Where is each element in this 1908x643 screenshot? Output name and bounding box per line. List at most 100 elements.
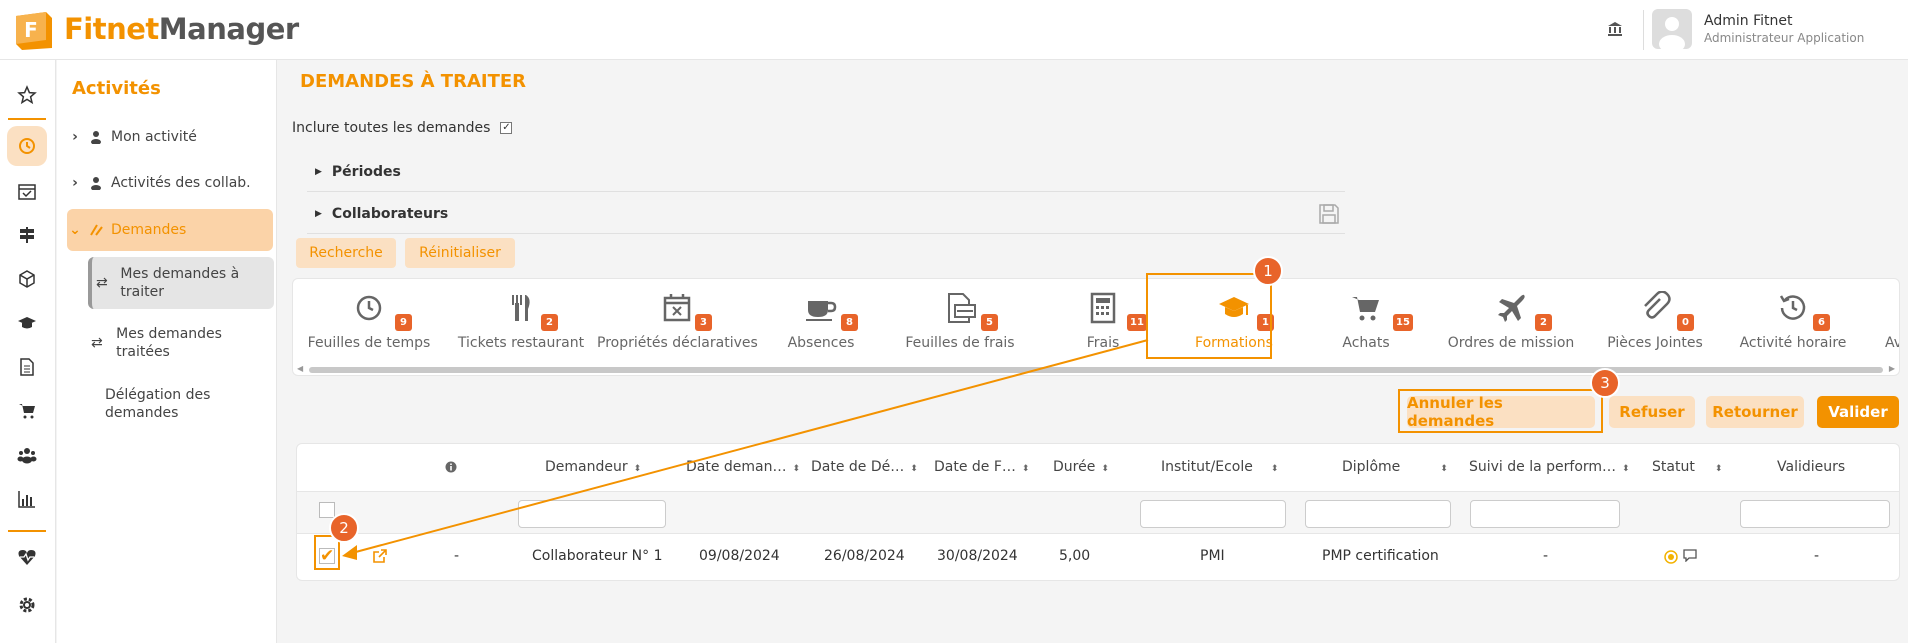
accordion-periodes[interactable]: ▶ Périodes — [307, 152, 1345, 192]
filter-row — [297, 492, 1899, 534]
cart-icon[interactable] — [14, 398, 40, 424]
sort-icon: ⬍ — [1021, 464, 1030, 474]
accordion-collaborateurs[interactable]: ▶ Collaborateurs — [307, 194, 1345, 234]
column-header-validateurs: Validieurs — [1777, 459, 1846, 475]
reset-button[interactable]: Réinitialiser — [405, 238, 515, 268]
cell-demandeur: Collaborateur N° 1 — [532, 548, 663, 564]
tab-absences[interactable]: 8 Absences — [757, 279, 885, 365]
history-icon[interactable] — [7, 126, 47, 166]
calculator-icon — [1090, 292, 1116, 324]
include-all-checkbox[interactable]: ✓ — [500, 122, 513, 134]
sidebar: Activités › Mon activité › Activités des… — [57, 60, 277, 643]
graduation-cap-icon[interactable] — [14, 310, 40, 336]
star-icon[interactable] — [14, 82, 40, 108]
filter-demandeur-input[interactable] — [518, 500, 666, 528]
rail-divider — [8, 118, 46, 120]
tab-proprietes-declaratives[interactable]: 3 Propriétés déclaratives — [597, 279, 758, 365]
cell-dash: - — [454, 548, 460, 564]
select-all-checkbox[interactable] — [319, 502, 335, 518]
column-header-date-debut[interactable]: Date de Dé… ⬍ — [811, 459, 918, 475]
return-button[interactable]: Retourner — [1706, 396, 1804, 428]
document-icon[interactable] — [14, 354, 40, 380]
external-link-icon[interactable] — [373, 549, 387, 563]
tab-ordres-de-mission[interactable]: 2 Ordres de mission — [1435, 279, 1587, 365]
demandes-icon — [90, 224, 103, 236]
cell-date-debut: 26/08/2024 — [824, 548, 905, 564]
filter-institut-input[interactable] — [1140, 500, 1286, 528]
table-row[interactable]: ✔ - Collaborateur N° 1 09/08/2024 26/08/… — [297, 534, 1899, 580]
tab-feuilles-de-frais[interactable]: 5 Feuilles de frais — [885, 279, 1035, 365]
sort-icon: ⬍ — [1270, 464, 1279, 474]
column-header-institut[interactable]: Institut/Ecole ⬍ — [1161, 459, 1278, 475]
cell-date-demande: 09/08/2024 — [699, 548, 780, 564]
sidebar-title: Activités — [72, 78, 161, 99]
sidebar-subitem-mes-demandes-a-traiter[interactable]: ⇄ Mes demandes à traiter — [88, 257, 274, 309]
cell-suivi: - — [1543, 548, 1549, 564]
clock-icon — [356, 295, 382, 321]
sort-icon: ⬍ — [1440, 464, 1448, 474]
users-icon[interactable] — [14, 442, 40, 468]
annotation-badge-3: 3 — [1590, 368, 1620, 398]
coffee-cup-icon — [806, 301, 837, 321]
tab-label: Propriétés déclaratives — [597, 335, 758, 351]
tab-label: Feuilles de frais — [905, 335, 1015, 351]
tab-tickets-restaurant[interactable]: 2 Tickets restaurant — [445, 279, 597, 365]
scroll-right-icon[interactable]: ▶ — [1889, 364, 1895, 373]
cell-institut: PMI — [1200, 548, 1225, 564]
save-icon[interactable] — [1318, 203, 1340, 225]
tab-badge: 0 — [1677, 314, 1694, 331]
column-header-date-demande[interactable]: Date deman… ⬍ — [686, 459, 800, 475]
sort-icon: ⬍ — [910, 464, 918, 474]
column-header-diplome[interactable]: Diplôme ⬍ — [1342, 459, 1448, 475]
cube-icon[interactable] — [14, 266, 40, 292]
sidebar-item-mon-activite[interactable]: › Mon activité — [67, 117, 273, 157]
tab-pieces-jointes[interactable]: 0 Pièces Jointes — [1587, 279, 1723, 365]
sidebar-item-activites-collab[interactable]: › Activités des collab. — [67, 163, 273, 203]
tab-achats[interactable]: 15 Achats — [1297, 279, 1435, 365]
paperclip-icon — [1644, 291, 1671, 319]
tab-label: Avance — [1885, 335, 1899, 351]
request-type-tabs: 9 Feuilles de temps 2 Tickets restaurant… — [292, 278, 1900, 376]
column-header-demandeur[interactable]: Demandeur ⬍ — [545, 459, 641, 475]
scroll-left-icon[interactable]: ◀ — [297, 364, 303, 373]
sidebar-item-demandes[interactable]: ⌄ Demandes — [67, 209, 273, 251]
filter-validateurs-input[interactable] — [1740, 500, 1890, 528]
bank-icon[interactable] — [1606, 20, 1624, 38]
top-bar: F FitnetManager Admin Fitnet Administrat… — [0, 0, 1908, 60]
tab-avance[interactable]: Avance — [1863, 279, 1899, 365]
column-header-date-fin[interactable]: Date de F… ⬍ — [934, 459, 1029, 475]
person-icon — [91, 131, 101, 144]
signpost-icon[interactable] — [14, 222, 40, 248]
include-all-requests[interactable]: Inclure toutes les demandes ✓ — [292, 120, 513, 136]
comment-icon[interactable] — [1683, 548, 1697, 562]
user-name[interactable]: Admin Fitnet — [1704, 13, 1792, 29]
heartbeat-icon[interactable] — [14, 544, 40, 570]
fitnet-logo-icon[interactable]: F — [12, 10, 54, 52]
tabs-scrollbar[interactable] — [309, 367, 1883, 373]
bar-chart-icon[interactable] — [14, 486, 40, 512]
column-header-duree[interactable]: Durée ⬍ — [1053, 459, 1109, 475]
tab-badge: 5 — [981, 314, 998, 331]
avatar[interactable] — [1652, 9, 1692, 49]
search-button[interactable]: Recherche — [296, 238, 396, 268]
column-header-suivi[interactable]: Suivi de la perform… ⬍ — [1469, 459, 1630, 475]
chevron-right-icon: › — [72, 129, 78, 145]
cart-icon — [1352, 297, 1379, 321]
column-header-statut[interactable]: Statut ⬍ — [1652, 459, 1722, 475]
calendar-check-icon[interactable] — [14, 178, 40, 204]
cell-diplome: PMP certification — [1322, 548, 1439, 564]
calendar-x-icon — [663, 294, 691, 322]
caret-right-icon: ▶ — [315, 208, 322, 219]
filter-diplome-input[interactable] — [1305, 500, 1451, 528]
sidebar-subitem-delegation[interactable]: Délégation des demandes — [87, 378, 273, 430]
refuse-button[interactable]: Refuser — [1609, 396, 1695, 428]
sort-icon: ⬍ — [1101, 464, 1109, 474]
gear-icon[interactable] — [14, 592, 40, 618]
validate-button[interactable]: Valider — [1817, 396, 1899, 428]
filter-suivi-input[interactable] — [1470, 500, 1620, 528]
tab-activite-horaire[interactable]: 6 Activité horaire — [1723, 279, 1863, 365]
tab-feuilles-de-temps[interactable]: 9 Feuilles de temps — [293, 279, 445, 365]
requests-table: Demandeur ⬍ Date deman… ⬍ Date de Dé… ⬍ Dat… — [296, 443, 1900, 581]
cell-date-fin: 30/08/2024 — [937, 548, 1018, 564]
sidebar-subitem-mes-demandes-traitees[interactable]: ⇄ Mes demandes traitées — [87, 317, 273, 369]
